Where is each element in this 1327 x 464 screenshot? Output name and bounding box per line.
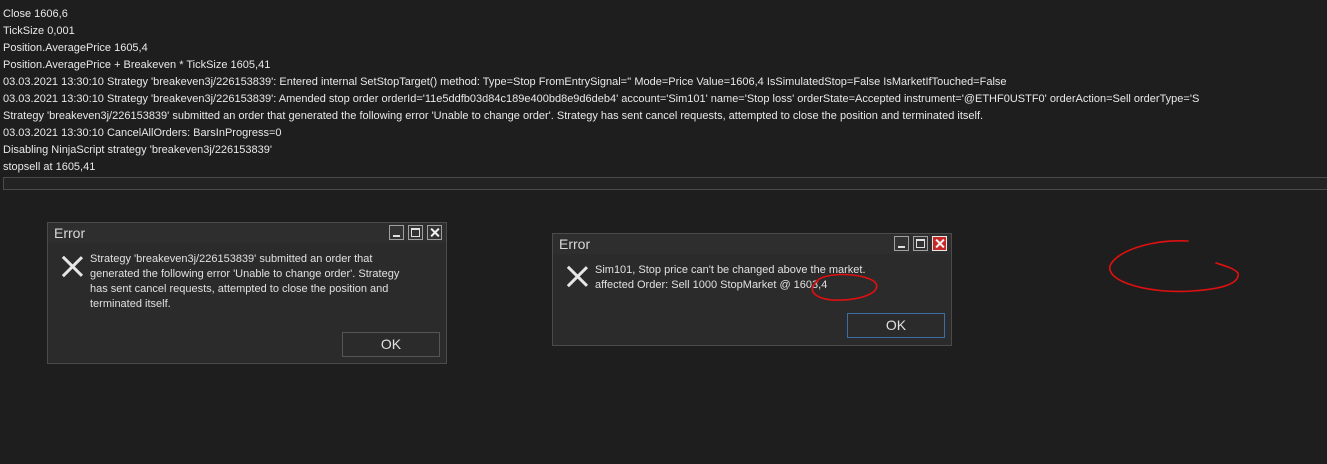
log-line: Close 1606,6 [3, 8, 68, 20]
close-button[interactable] [932, 236, 947, 251]
maximize-button[interactable] [408, 225, 423, 240]
log-line: Strategy 'breakeven3j/226153839' submitt… [3, 110, 984, 122]
close-button[interactable] [427, 225, 442, 240]
minimize-button[interactable] [894, 236, 909, 251]
error-x-icon [61, 255, 83, 277]
message-line: Sim101, Stop price can't be changed abov… [595, 264, 866, 276]
log-line: Position.AveragePrice 1605,4 [3, 42, 148, 54]
dialog-title: Error [559, 236, 591, 252]
minimize-icon [898, 246, 905, 248]
log-line: stopsell at 1605,41 [3, 161, 96, 173]
minimize-icon [393, 235, 400, 237]
message-line: Strategy 'breakeven3j/226153839' submitt… [90, 253, 373, 265]
dialog-title-bar[interactable]: Error [553, 234, 951, 254]
ok-button[interactable]: OK [342, 332, 440, 357]
maximize-button[interactable] [913, 236, 928, 251]
log-line: TickSize 0,001 [3, 25, 75, 37]
dialog-message: Strategy 'breakeven3j/226153839' submitt… [90, 252, 399, 312]
log-input-field[interactable] [3, 177, 1327, 190]
error-x-icon [566, 265, 588, 287]
maximize-icon [411, 228, 420, 237]
log-line: Disabling NinjaScript strategy 'breakeve… [3, 144, 272, 156]
log-line: 03.03.2021 13:30:10 CancelAllOrders: Bar… [3, 127, 282, 139]
message-line: generated the following error 'Unable to… [90, 268, 400, 280]
dialog-title-bar[interactable]: Error [48, 223, 446, 243]
annotation-scribble [1109, 240, 1239, 293]
dialog-title: Error [54, 225, 86, 241]
log-line: 03.03.2021 13:30:10 Strategy 'breakeven3… [3, 76, 1007, 88]
error-dialog-stop-price: Error Sim101, Stop price can't be change… [552, 233, 952, 346]
message-line: has sent cancel requests, attempted to c… [90, 283, 389, 295]
message-line: affected Order: Sell 1000 StopMarket @ 1… [595, 279, 828, 291]
minimize-button[interactable] [389, 225, 404, 240]
log-line: Position.AveragePrice + Breakeven * Tick… [3, 59, 271, 71]
maximize-icon [916, 239, 925, 248]
error-dialog-strategy: Error Strategy 'breakeven3j/226153839' s… [47, 222, 447, 364]
message-line: terminated itself. [90, 298, 171, 310]
dialog-message: Sim101, Stop price can't be changed abov… [595, 263, 866, 293]
screen: Close 1606,6 TickSize 0,001 Position.Ave… [0, 0, 1327, 464]
log-line: 03.03.2021 13:30:10 Strategy 'breakeven3… [3, 93, 1200, 105]
ok-button[interactable]: OK [847, 313, 945, 338]
